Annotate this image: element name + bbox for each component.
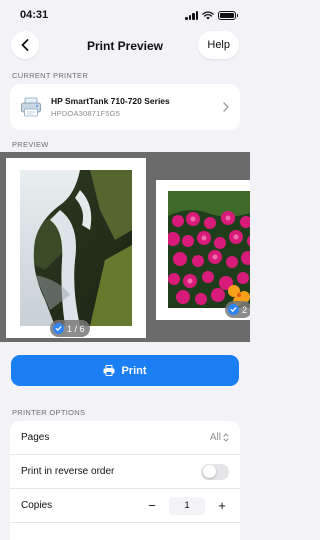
current-printer-label: CURRENT PRINTER — [12, 71, 89, 80]
copies-label: Copies — [21, 500, 53, 511]
reverse-order-toggle[interactable] — [201, 463, 229, 480]
copies-row: Copies − 1 + — [10, 489, 240, 523]
current-printer-card[interactable]: HP SmartTank 710-720 Series HPDOA30871F5… — [10, 84, 240, 130]
checkmark-icon — [53, 323, 64, 334]
back-button[interactable] — [11, 31, 39, 59]
preview-area[interactable]: 1 / 6 2 — [0, 152, 250, 342]
checkmark-icon — [228, 304, 239, 315]
print-button[interactable]: Print — [11, 355, 239, 386]
status-icons — [185, 10, 238, 20]
battery-icon — [218, 10, 238, 20]
copies-decrement-button[interactable]: − — [145, 498, 159, 513]
pages-label: Pages — [21, 432, 50, 443]
chevron-left-icon — [21, 39, 29, 51]
print-button-label: Print — [121, 364, 147, 377]
reverse-order-row: Print in reverse order — [10, 455, 240, 489]
preview-page-1[interactable] — [6, 158, 146, 338]
page-2-counter: 2 — [242, 304, 248, 315]
wifi-icon — [202, 10, 214, 19]
printer-id: HPDOA30871F5G5 — [51, 109, 121, 118]
printer-icon — [21, 97, 41, 117]
pages-option-row[interactable]: Pages All — [10, 421, 240, 455]
pages-select[interactable]: All — [210, 432, 229, 443]
navigation-bar: Print Preview Help — [0, 31, 250, 61]
preview-label: PREVIEW — [12, 140, 49, 149]
help-button[interactable]: Help — [198, 31, 239, 59]
copies-increment-button[interactable]: + — [215, 498, 229, 513]
chevron-up-down-icon — [223, 433, 229, 442]
page-2-selected-badge[interactable]: 2 — [225, 301, 250, 318]
status-time: 04:31 — [20, 9, 49, 21]
pages-value: All — [209, 432, 221, 443]
printer-options-label: PRINTER OPTIONS — [12, 408, 86, 417]
status-bar: 04:31 — [0, 0, 250, 30]
printer-icon — [103, 365, 115, 376]
printer-options-card: Pages All Print in reverse order Copies … — [10, 421, 240, 540]
page-title: Print Preview — [86, 39, 164, 53]
flowers-photo — [168, 191, 250, 308]
page-1-counter: 1 / 6 — [67, 323, 85, 334]
chevron-right-icon — [223, 102, 229, 112]
preview-page-2[interactable] — [156, 180, 250, 320]
copies-stepper: − 1 + — [145, 496, 229, 515]
reverse-order-label: Print in reverse order — [21, 466, 115, 477]
copies-value[interactable]: 1 — [169, 496, 205, 515]
cellular-signal-icon — [185, 10, 198, 20]
waterfall-photo — [20, 170, 132, 326]
page-1-selected-badge[interactable]: 1 / 6 — [50, 320, 90, 337]
printer-name: HP SmartTank 710-720 Series — [51, 96, 170, 106]
